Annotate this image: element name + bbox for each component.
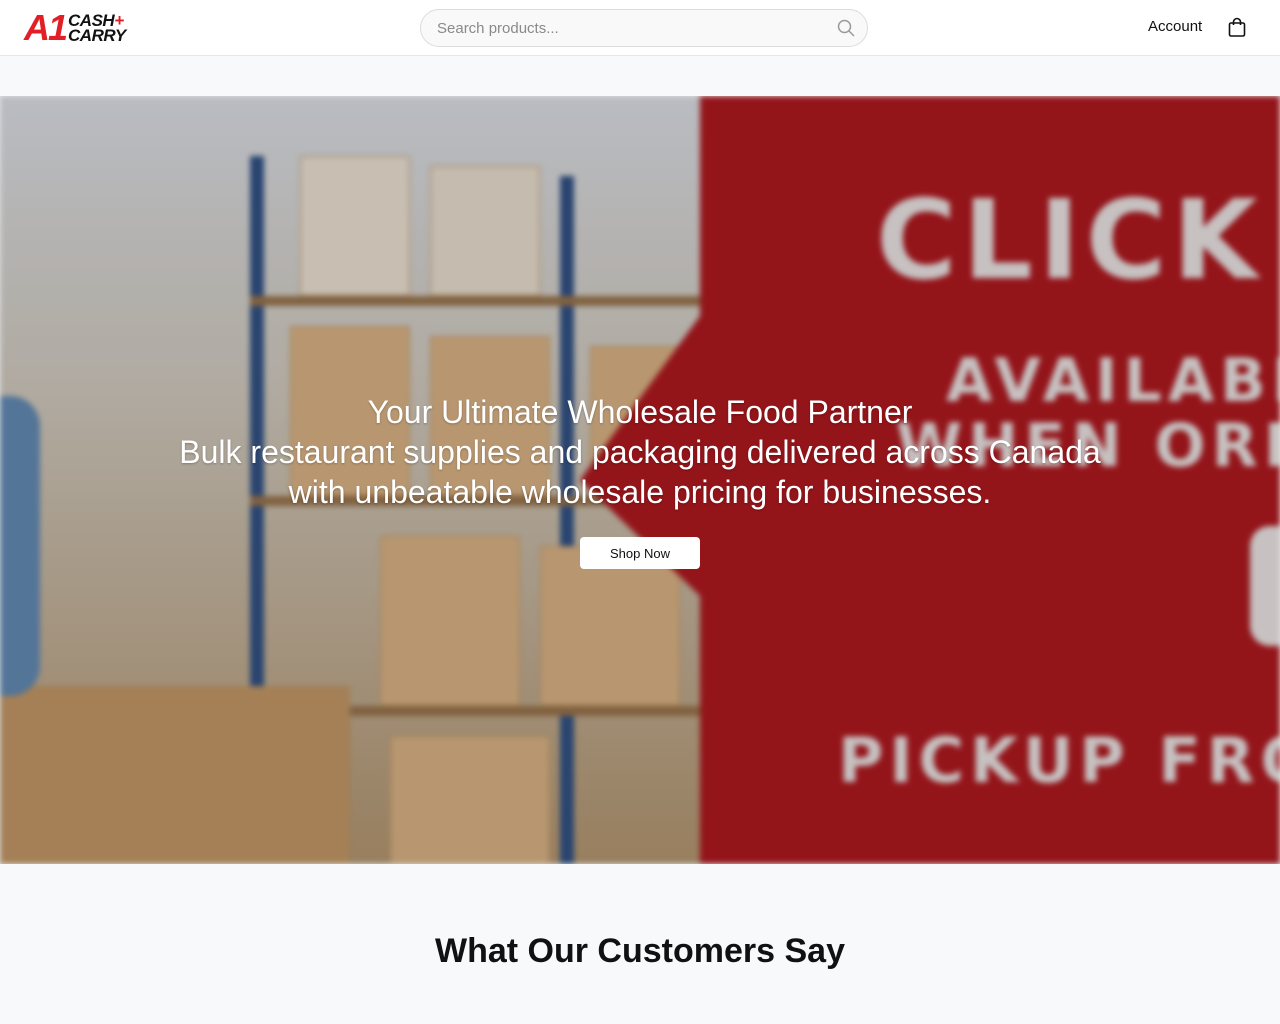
brand-logo[interactable]: A1 CASH+ CARRY (24, 10, 144, 46)
account-link[interactable]: Account (1148, 18, 1202, 35)
search-input[interactable] (437, 10, 827, 46)
search-bar (420, 9, 868, 47)
search-icon[interactable] (837, 19, 855, 37)
site-header: A1 CASH+ CARRY Account (0, 0, 1280, 56)
logo-a1: A1 (24, 7, 68, 48)
shop-now-button[interactable]: Shop Now (580, 537, 700, 569)
testimonials-heading: What Our Customers Say (435, 932, 845, 970)
logo-carry: CARRY (68, 26, 126, 45)
hero-text: Your Ultimate Wholesale Food Partner Bul… (0, 392, 1280, 512)
logo-wordmark: CASH+ CARRY (68, 12, 126, 45)
hero-title: Your Ultimate Wholesale Food Partner (367, 394, 913, 430)
hero-banner: CLICK AVAILABLE A WHEN ORDER PICKUP FROM… (0, 96, 1280, 864)
hero-subtitle: Bulk restaurant supplies and packaging d… (179, 434, 1101, 510)
shopping-bag-icon[interactable] (1228, 17, 1246, 37)
